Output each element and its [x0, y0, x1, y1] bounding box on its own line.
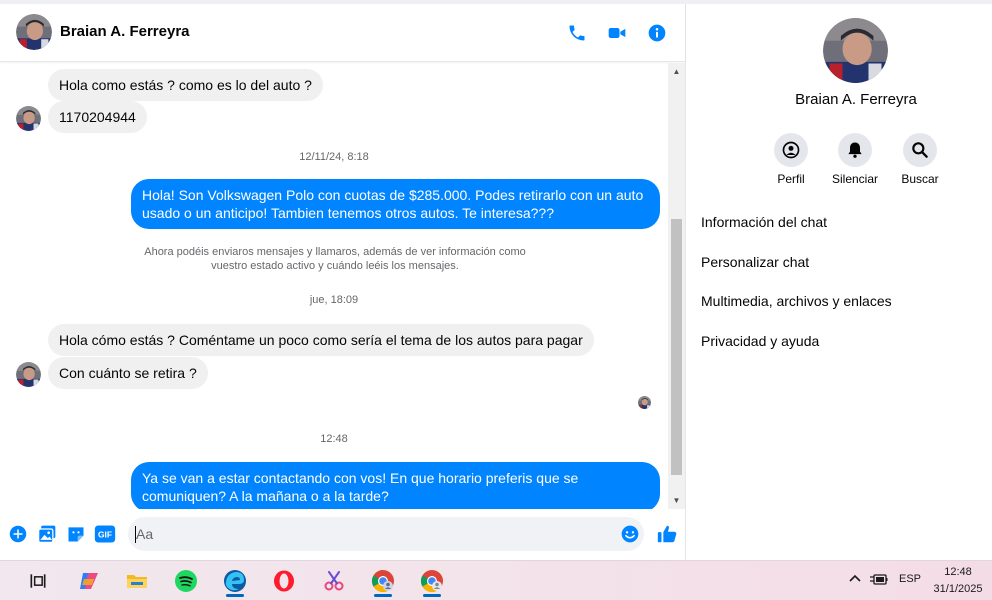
active-indicator	[423, 594, 441, 597]
message-scrollbar[interactable]: ▲ ▼	[668, 63, 685, 509]
system-notice: Ahora podéis enviaros mensajes y llamaro…	[144, 246, 526, 272]
message-outgoing[interactable]: Ya se van a estar contactando con vos! E…	[131, 462, 660, 509]
call-button[interactable]	[565, 21, 589, 45]
bell-icon	[848, 142, 862, 158]
message-input[interactable]	[128, 517, 644, 551]
menu-chat-info[interactable]: Información del chat	[701, 214, 827, 230]
menu-privacy-support[interactable]: Privacidad y ayuda	[701, 333, 819, 349]
chat-panel: Braian A. Ferreyra Hola como estás ? com…	[0, 4, 686, 560]
clock-time: 12:48	[944, 566, 972, 578]
folder-icon	[127, 575, 147, 588]
emoji-button[interactable]	[620, 524, 640, 544]
sender-avatar[interactable]	[16, 362, 41, 387]
message-outgoing[interactable]: Hola! Son Volkswagen Polo con cuotas de …	[131, 179, 660, 229]
contact-avatar[interactable]	[16, 14, 52, 50]
chat-header: Braian A. Ferreyra	[0, 4, 685, 62]
spotify-icon	[175, 570, 197, 592]
profile-name: Braian A. Ferreyra	[795, 91, 917, 108]
scissors-icon	[324, 571, 344, 591]
message-incoming[interactable]: Hola como estás ? como es lo del auto ?	[48, 69, 323, 101]
message-composer: GIF	[0, 514, 685, 554]
video-camera-icon	[608, 28, 626, 38]
timestamp: jue, 18:09	[309, 294, 359, 306]
send-like-button[interactable]	[655, 522, 679, 546]
input-language[interactable]: ESP	[899, 573, 921, 585]
file-explorer-button[interactable]	[121, 565, 153, 597]
profile-label: Perfil	[777, 172, 805, 186]
menu-customize-chat[interactable]: Personalizar chat	[701, 254, 809, 270]
sender-avatar[interactable]	[16, 106, 41, 131]
scroll-up-arrow-icon[interactable]: ▲	[668, 63, 685, 80]
contact-name[interactable]: Braian A. Ferreyra	[60, 23, 190, 40]
sticker-button[interactable]	[65, 523, 87, 545]
message-incoming[interactable]: 1170204944	[48, 101, 147, 133]
message-list: Hola como estás ? como es lo del auto ? …	[0, 63, 668, 509]
thumbs-up-icon	[657, 525, 677, 543]
message-incoming[interactable]: Con cuánto se retira ?	[48, 357, 208, 389]
timestamp: 12:48	[320, 433, 348, 445]
search-icon	[912, 142, 928, 158]
svg-text:GIF: GIF	[98, 529, 112, 539]
profile-icon	[782, 141, 800, 159]
plus-circle-icon	[9, 525, 27, 543]
battery-status[interactable]	[870, 572, 888, 589]
search-in-conversation-button[interactable]: Buscar	[885, 133, 955, 186]
smiley-icon	[621, 525, 639, 543]
chat-details-panel: Braian A. Ferreyra Perfil Silenciar Busc…	[686, 4, 992, 560]
gif-button[interactable]: GIF	[94, 523, 116, 545]
read-receipt-avatar	[638, 396, 651, 409]
mute-button[interactable]: Silenciar	[820, 133, 890, 186]
opera-browser-button[interactable]	[268, 565, 300, 597]
message-incoming[interactable]: Hola cómo estás ? Coméntame un poco como…	[48, 324, 594, 356]
chrome-button[interactable]	[367, 565, 399, 597]
copilot-icon	[80, 573, 98, 589]
battery-plug-icon	[870, 574, 888, 585]
scroll-down-arrow-icon[interactable]: ▼	[668, 492, 685, 509]
chevron-up-icon	[849, 574, 861, 582]
show-hidden-icons-button[interactable]	[848, 572, 862, 589]
conversation-info-button[interactable]	[645, 21, 669, 45]
chrome-profile-button[interactable]	[416, 565, 448, 597]
chrome-icon	[421, 570, 443, 592]
video-call-button[interactable]	[605, 21, 629, 45]
sticker-icon	[68, 527, 84, 542]
scroll-thumb[interactable]	[671, 219, 682, 475]
more-actions-button[interactable]	[7, 523, 29, 545]
edge-icon	[224, 570, 246, 592]
clock[interactable]: 12:48 31/1/2025	[928, 564, 988, 598]
task-view-icon	[30, 574, 46, 588]
chrome-icon	[372, 570, 394, 592]
copilot-button[interactable]	[73, 565, 105, 597]
active-indicator	[374, 594, 392, 597]
opera-icon	[274, 570, 294, 592]
info-icon	[648, 24, 666, 42]
task-view-button[interactable]	[22, 565, 54, 597]
image-icon	[38, 525, 56, 543]
snipping-tool-button[interactable]	[318, 565, 350, 597]
profile-avatar-large[interactable]	[823, 18, 888, 83]
windows-taskbar: ESP 12:48 31/1/2025	[0, 560, 992, 600]
spotify-button[interactable]	[170, 565, 202, 597]
gif-icon: GIF	[94, 525, 116, 543]
mute-label: Silenciar	[831, 172, 879, 186]
profile-button[interactable]: Perfil	[756, 133, 826, 186]
timestamp: 12/11/24, 8:18	[299, 151, 369, 163]
menu-media-files-links[interactable]: Multimedia, archivos y enlaces	[701, 293, 892, 309]
text-cursor	[135, 526, 136, 543]
active-indicator	[226, 594, 244, 597]
attach-photo-button[interactable]	[36, 523, 58, 545]
search-label: Buscar	[901, 172, 939, 186]
edge-browser-button[interactable]	[219, 565, 251, 597]
clock-date: 31/1/2025	[933, 583, 983, 595]
phone-icon	[569, 25, 585, 41]
